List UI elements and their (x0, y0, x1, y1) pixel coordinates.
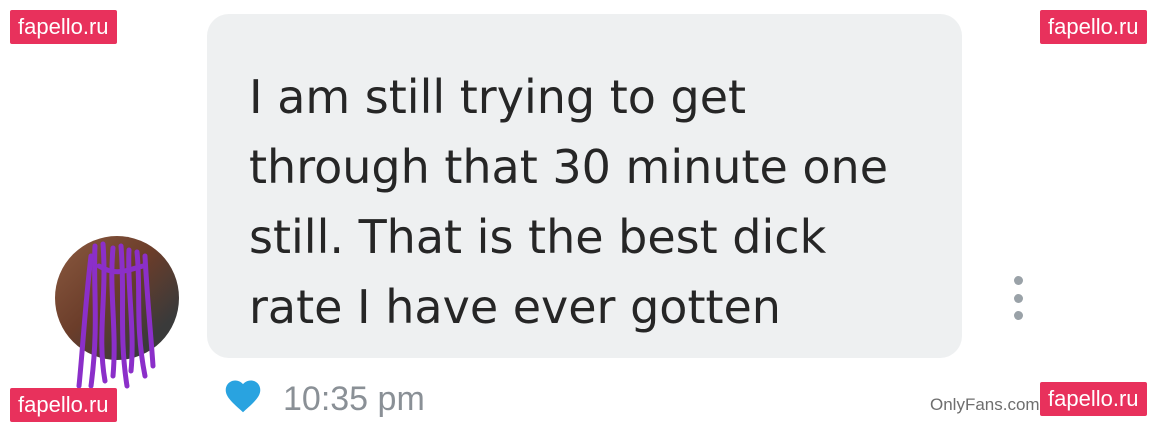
avatar-scribble-overlay (76, 241, 156, 389)
watermark-top-right: fapello.ru (1040, 10, 1147, 44)
onlyfans-credit: OnlyFans.com (930, 395, 1040, 414)
watermark-bottom-left: fapello.ru (10, 388, 117, 422)
message-text: I am still trying to get through that 30… (249, 70, 889, 334)
heart-icon[interactable] (222, 376, 264, 414)
message-bubble[interactable]: I am still trying to get through that 30… (207, 14, 962, 358)
watermark-bottom-right: fapello.ru (1040, 382, 1147, 416)
message-timestamp: 10:35 pm (283, 380, 425, 418)
more-options-icon[interactable] (1008, 276, 1028, 320)
watermark-top-left: fapello.ru (10, 10, 117, 44)
